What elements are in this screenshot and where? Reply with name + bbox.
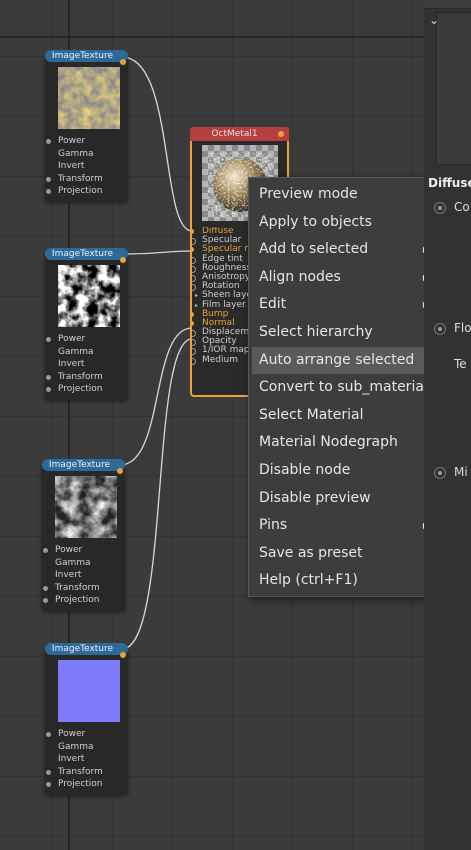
section-title-diffuse: Diffuse — [428, 176, 471, 190]
chevron-down-icon[interactable]: ⌄ — [429, 13, 439, 27]
input-projection[interactable]: Projection — [45, 383, 103, 396]
radio-icon[interactable] — [434, 202, 446, 214]
node-context-menu: Preview mode Apply to objects Add to sel… — [248, 177, 424, 597]
texture-thumbnail — [55, 476, 117, 538]
radio-icon[interactable] — [434, 467, 446, 479]
image-texture-node[interactable]: ImageTexture Power Gamma Invert Transfor… — [45, 643, 128, 795]
input-projection[interactable]: Projection — [42, 594, 100, 607]
panel-row-label: Te — [454, 357, 467, 371]
attribute-panel: ⌄ Diffuse Co Flo Te Mi — [424, 0, 471, 850]
input-transform[interactable]: Transform — [45, 173, 103, 186]
wire-texture2-to-specular — [123, 250, 193, 255]
menu-item-preview-mode[interactable]: Preview mode — [249, 181, 424, 209]
menu-item-add-to-selected[interactable]: Add to selected▶ — [249, 236, 424, 264]
image-texture-node[interactable]: ImageTexture Power Gamma Invert Transfor… — [42, 459, 125, 611]
input-transform[interactable]: Transform — [45, 371, 103, 384]
menu-item-disable-node[interactable]: Disable node — [249, 457, 424, 485]
wire-texture4-to-normal — [121, 338, 193, 650]
node-title[interactable]: ImageTexture — [42, 459, 125, 471]
node-graph-canvas[interactable]: ImageTexture Power Gamma Invert Transfor… — [0, 0, 424, 850]
input-gamma[interactable]: Gamma — [42, 557, 100, 570]
texture-thumbnail — [58, 265, 120, 327]
menu-item-apply-to-objects[interactable]: Apply to objects — [249, 209, 424, 237]
node-title[interactable]: ImageTexture — [45, 50, 128, 62]
input-power[interactable]: Power — [45, 333, 103, 346]
menu-item-convert-to-sub-material[interactable]: Convert to sub_material — [249, 374, 424, 402]
menu-item-save-as-preset[interactable]: Save as preset — [249, 540, 424, 568]
output-port[interactable] — [117, 468, 123, 474]
preview-box — [436, 12, 471, 165]
menu-item-pins[interactable]: Pins▶ — [249, 512, 424, 540]
input-gamma[interactable]: Gamma — [45, 148, 103, 161]
canvas-axis-horizontal — [0, 36, 424, 38]
texture-thumbnail — [58, 67, 120, 129]
panel-row-label: Co — [454, 200, 470, 214]
output-port[interactable] — [120, 652, 126, 658]
menu-item-material-nodegraph[interactable]: Material Nodegraph — [249, 429, 424, 457]
panel-row-label: Mi — [454, 465, 468, 479]
node-title[interactable]: ImageTexture — [45, 248, 128, 260]
menu-item-select-hierarchy[interactable]: Select hierarchy — [249, 319, 424, 347]
input-transform[interactable]: Transform — [42, 582, 100, 595]
input-projection[interactable]: Projection — [45, 185, 103, 198]
input-invert[interactable]: Invert — [45, 358, 103, 371]
input-power[interactable]: Power — [45, 728, 103, 741]
node-title[interactable]: ImageTexture — [45, 643, 128, 655]
wire-texture1-to-diffuse — [121, 56, 193, 232]
texture-thumbnail — [58, 660, 120, 722]
image-texture-node[interactable]: ImageTexture Power Gamma Invert Transfor… — [45, 248, 128, 400]
menu-item-auto-arrange-selected[interactable]: Auto arrange selected — [252, 346, 424, 375]
menu-item-edit[interactable]: Edit▶ — [249, 291, 424, 319]
panel-row-label: Flo — [454, 321, 471, 335]
input-power[interactable]: Power — [45, 135, 103, 148]
input-invert[interactable]: Invert — [42, 569, 100, 582]
radio-icon[interactable] — [434, 323, 446, 335]
material-output-port[interactable] — [278, 131, 284, 137]
input-invert[interactable]: Invert — [45, 753, 103, 766]
output-port[interactable] — [120, 257, 126, 263]
input-gamma[interactable]: Gamma — [45, 741, 103, 754]
input-gamma[interactable]: Gamma — [45, 346, 103, 359]
panel-tab-strip — [424, 0, 471, 9]
wire-texture3-to-bump — [119, 327, 193, 466]
material-node-title[interactable]: OctMetal1 — [190, 127, 289, 141]
menu-item-help[interactable]: Help (ctrl+F1) — [249, 567, 424, 595]
input-transform[interactable]: Transform — [45, 766, 103, 779]
menu-item-select-material[interactable]: Select Material — [249, 402, 424, 430]
input-projection[interactable]: Projection — [45, 778, 103, 791]
input-medium[interactable]: Medium — [192, 355, 252, 365]
input-power[interactable]: Power — [42, 544, 100, 557]
output-port[interactable] — [120, 59, 126, 65]
image-texture-node[interactable]: ImageTexture Power Gamma Invert Transfor… — [45, 50, 128, 202]
menu-item-align-nodes[interactable]: Align nodes▶ — [249, 264, 424, 292]
input-invert[interactable]: Invert — [45, 160, 103, 173]
menu-item-disable-preview[interactable]: Disable preview — [249, 485, 424, 513]
